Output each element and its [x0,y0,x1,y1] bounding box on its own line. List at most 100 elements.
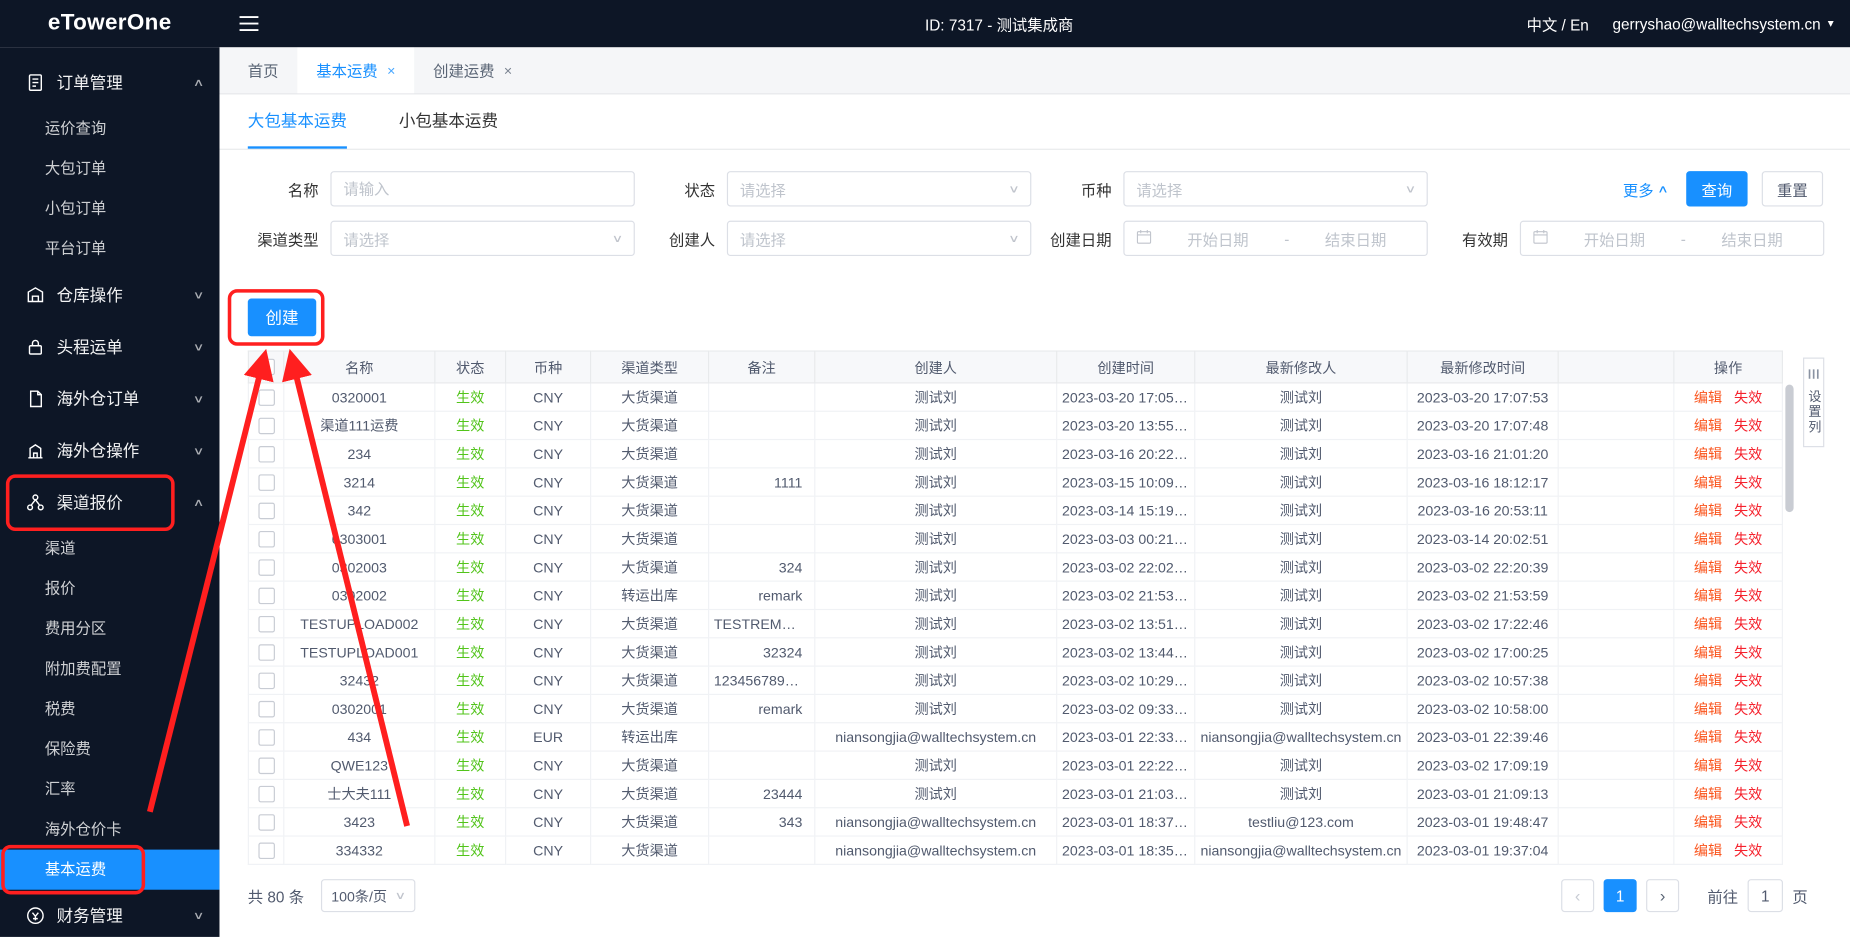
language-switch[interactable]: 中文 / En [1527,12,1589,34]
sidebar-item-保险费[interactable]: 保险费 [0,729,219,769]
select-all-checkbox[interactable] [257,359,275,376]
invalidate-link[interactable]: 失效 [1734,446,1762,463]
scrollbar-thumb[interactable] [1785,384,1794,513]
sidebar-item-费用分区[interactable]: 费用分区 [0,609,219,649]
validity-date-range[interactable]: 开始日期 - 结束日期 [1519,220,1825,257]
invalidate-link[interactable]: 失效 [1734,701,1762,718]
row-checkbox[interactable] [257,445,275,463]
sidebar-group-overseas-warehouse-order[interactable]: 海外仓订单 ∨ [0,373,219,425]
create-date-range[interactable]: 开始日期 - 结束日期 [1123,220,1428,257]
row-checkbox[interactable] [257,530,275,548]
invalidate-link[interactable]: 失效 [1734,814,1762,831]
sidebar-item-汇率[interactable]: 汇率 [0,769,219,809]
row-checkbox[interactable] [257,587,275,605]
user-menu[interactable]: gerryshao@walltechsystem.cn ▾ [1612,15,1833,33]
sidebar-group-first-leg-shipment[interactable]: 头程运单 ∨ [0,321,219,373]
invalidate-link[interactable]: 失效 [1734,559,1762,576]
subtab-小包基本运费[interactable]: 小包基本运费 [399,94,498,148]
edit-link[interactable]: 编辑 [1694,616,1722,633]
current-page[interactable]: 1 [1603,879,1637,913]
edit-link[interactable]: 编辑 [1694,786,1722,803]
channel-type-select[interactable]: 请选择 ∨ [330,220,635,257]
tab-创建运费[interactable]: 创建运费 × [414,47,531,93]
edit-link[interactable]: 编辑 [1694,474,1722,491]
invalidate-link[interactable]: 失效 [1734,616,1762,633]
invalidate-link[interactable]: 失效 [1734,644,1762,661]
invalidate-link[interactable]: 失效 [1734,786,1762,803]
edit-link[interactable]: 编辑 [1694,389,1722,406]
edit-link[interactable]: 编辑 [1694,644,1722,661]
column-settings-handle[interactable]: 设置列 [1803,357,1825,448]
invalidate-link[interactable]: 失效 [1734,758,1762,775]
creator-select[interactable]: 请选择 ∨ [726,220,1032,257]
currency-select[interactable]: 请选择 ∨ [1123,171,1428,207]
edit-link[interactable]: 编辑 [1694,729,1722,746]
more-toggle[interactable]: 更多 ∧ [1623,178,1669,200]
prev-page-button[interactable]: ‹ [1561,879,1595,913]
table-scrollbar[interactable] [1785,382,1794,863]
close-tab-icon[interactable]: × [387,62,395,79]
row-checkbox[interactable] [257,474,275,491]
edit-link[interactable]: 编辑 [1694,503,1722,520]
row-checkbox[interactable] [257,842,275,859]
row-checkbox[interactable] [257,502,275,520]
sidebar-item-税费[interactable]: 税费 [0,689,219,729]
row-checkbox[interactable] [257,559,275,576]
create-button[interactable]: 创建 [247,298,317,337]
invalidate-link[interactable]: 失效 [1734,474,1762,491]
edit-link[interactable]: 编辑 [1694,446,1722,463]
invalidate-link[interactable]: 失效 [1734,588,1762,605]
sidebar-item-小包订单[interactable]: 小包订单 [0,189,219,229]
invalidate-link[interactable]: 失效 [1734,843,1762,860]
edit-link[interactable]: 编辑 [1694,843,1722,860]
sidebar-item-平台订单[interactable]: 平台订单 [0,229,219,269]
status-select[interactable]: 请选择 ∨ [726,171,1032,207]
invalidate-link[interactable]: 失效 [1734,389,1762,406]
row-checkbox[interactable] [257,729,275,746]
sidebar-group-finance-management[interactable]: 财务管理 ∨ [0,890,219,937]
close-tab-icon[interactable]: × [504,62,512,79]
sidebar-item-渠道[interactable]: 渠道 [0,529,219,569]
invalidate-link[interactable]: 失效 [1734,418,1762,435]
row-checkbox[interactable] [257,644,275,661]
row-checkbox[interactable] [257,785,275,803]
next-page-button[interactable]: › [1646,879,1680,913]
tab-首页[interactable]: 首页 [229,47,297,93]
sidebar-item-海外仓价卡[interactable]: 海外仓价卡 [0,809,219,849]
edit-link[interactable]: 编辑 [1694,559,1722,576]
row-checkbox[interactable] [257,389,275,406]
sidebar-item-运价查询[interactable]: 运价查询 [0,109,219,149]
row-checkbox[interactable] [257,757,275,774]
reset-button[interactable]: 重置 [1761,171,1824,207]
invalidate-link[interactable]: 失效 [1734,673,1762,690]
edit-link[interactable]: 编辑 [1694,758,1722,775]
row-checkbox[interactable] [257,814,275,831]
sidebar-item-基本运费[interactable]: 基本运费 [0,849,220,890]
sidebar-item-报价[interactable]: 报价 [0,569,219,609]
row-checkbox[interactable] [257,672,275,690]
sidebar-group-order-management[interactable]: 订单管理 ∧ [0,57,219,109]
menu-fold-icon[interactable] [238,15,259,32]
page-size-select[interactable]: 100条/页 ∨ [320,879,415,913]
edit-link[interactable]: 编辑 [1694,418,1722,435]
sidebar-item-附加费配置[interactable]: 附加费配置 [0,649,219,689]
tab-基本运费[interactable]: 基本运费 × [297,47,415,94]
sidebar-group-channel-pricing[interactable]: 渠道报价 ∧ [0,477,219,529]
edit-link[interactable]: 编辑 [1694,701,1722,718]
edit-link[interactable]: 编辑 [1694,814,1722,831]
goto-page-input[interactable] [1747,879,1783,913]
edit-link[interactable]: 编辑 [1694,531,1722,548]
row-checkbox[interactable] [257,615,275,633]
invalidate-link[interactable]: 失效 [1734,531,1762,548]
row-checkbox[interactable] [257,700,275,718]
edit-link[interactable]: 编辑 [1694,673,1722,690]
subtab-大包基本运费[interactable]: 大包基本运费 [247,94,347,149]
search-button[interactable]: 查询 [1686,171,1748,207]
sidebar-group-warehouse-operations[interactable]: 仓库操作 ∨ [0,269,219,321]
sidebar-item-大包订单[interactable]: 大包订单 [0,149,219,189]
name-input[interactable] [330,171,635,207]
edit-link[interactable]: 编辑 [1694,588,1722,605]
invalidate-link[interactable]: 失效 [1734,729,1762,746]
row-checkbox[interactable] [257,417,275,435]
invalidate-link[interactable]: 失效 [1734,503,1762,520]
